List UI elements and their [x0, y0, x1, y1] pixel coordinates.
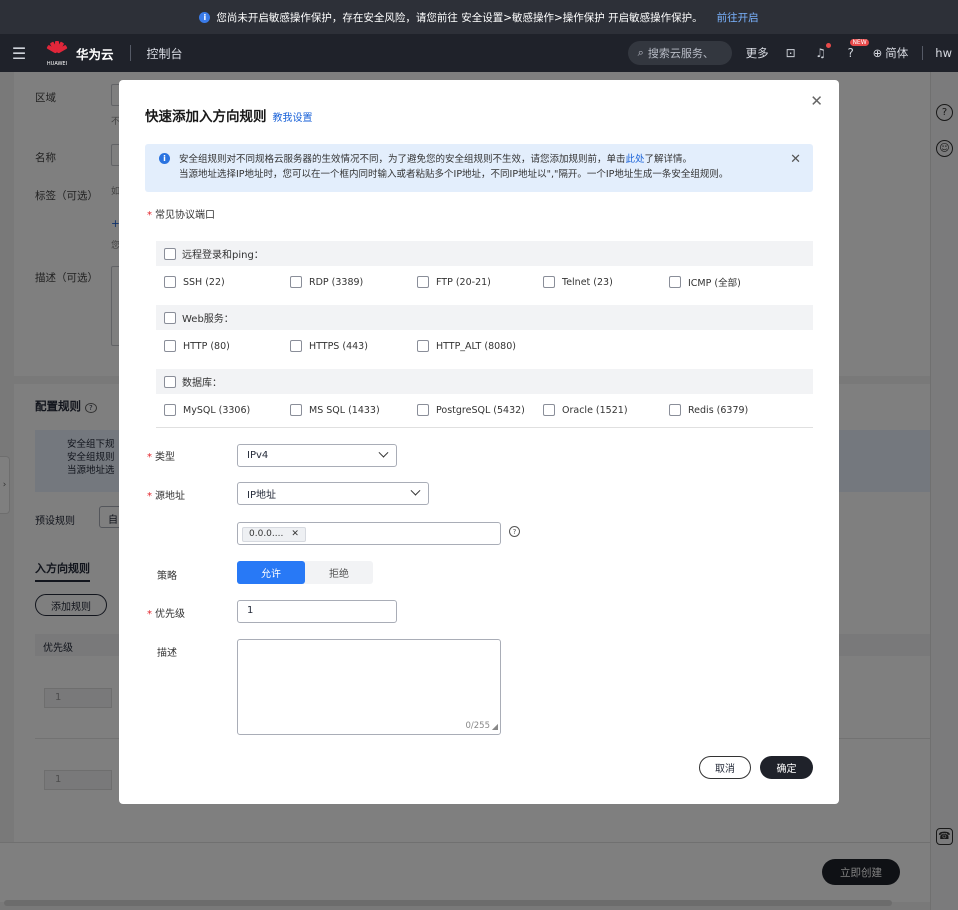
description-textarea[interactable]: 0/255 ◢ — [237, 639, 501, 735]
group-remote-login[interactable]: 远程登录和ping： — [156, 241, 813, 266]
policy-deny-button[interactable]: 拒绝 — [305, 561, 373, 584]
resize-handle-icon[interactable]: ◢ — [492, 722, 498, 731]
group-checkbox[interactable] — [164, 375, 176, 388]
info-alert: i 安全组规则对不同规格云服务器的生效情况不同，为了避免您的安全组规则不生效，请… — [145, 144, 813, 192]
group-checkbox[interactable] — [164, 311, 176, 324]
chevron-down-icon — [378, 447, 389, 458]
policy-allow-button[interactable]: 允许 — [237, 561, 305, 584]
info-icon: i — [159, 153, 170, 164]
option-mssql[interactable]: MS SQL (1433) — [290, 404, 380, 416]
huawei-flower-icon — [46, 39, 68, 61]
type-label: * 类型 — [147, 452, 175, 463]
policy-label: 策略 — [157, 571, 177, 582]
warning-message: 您尚未开启敏感操作保护，存在安全风险，请您前往 安全设置>敏感操作>操作保护 开… — [216, 11, 703, 24]
confirm-button[interactable]: 确定 — [760, 756, 813, 779]
remove-tag-icon[interactable]: ✕ — [291, 529, 299, 539]
alert-line-1: 安全组规则对不同规格云服务器的生效情况不同，为了避免您的安全组规则不生效，请您添… — [179, 154, 693, 165]
option-http[interactable]: HTTP (80) — [164, 340, 230, 352]
option-redis[interactable]: Redis (6379) — [669, 404, 748, 416]
description-label: 描述 — [157, 648, 177, 659]
option-ftp[interactable]: FTP (20-21) — [417, 276, 491, 288]
hamburger-menu-icon[interactable]: ☰ — [0, 44, 38, 63]
common-ports-label: * 常见协议端口 — [147, 210, 215, 221]
option-icmp[interactable]: ICMP (全部) — [669, 275, 741, 289]
close-icon[interactable]: ✕ — [810, 92, 823, 110]
details-link[interactable]: 此处 — [626, 154, 645, 165]
option-telnet[interactable]: Telnet (23) — [543, 276, 613, 288]
security-warning-bar: i 您尚未开启敏感操作保护，存在安全风险，请您前往 安全设置>敏感操作>操作保护… — [0, 0, 958, 34]
ip-address-input[interactable]: 0.0.0.... ✕ — [237, 522, 501, 545]
huawei-cloud-logo[interactable]: HUAWEI 华为云 — [38, 39, 114, 67]
help-icon[interactable]: ? NEW — [843, 39, 869, 61]
option-http-alt[interactable]: HTTP_ALT (8080) — [417, 340, 516, 352]
option-postgresql[interactable]: PostgreSQL (5432) — [417, 404, 525, 416]
bell-icon[interactable]: ♫ — [813, 43, 831, 61]
group-web-service[interactable]: Web服务： — [156, 305, 813, 330]
type-select[interactable]: IPv4 — [237, 444, 397, 467]
enable-protection-link[interactable]: 前往开启 — [717, 10, 759, 25]
header-divider — [129, 45, 131, 61]
option-mysql[interactable]: MySQL (3306) — [164, 404, 250, 416]
alert-line-2: 当源地址选择IP地址时，您可以在一个框内同时输入或者粘贴多个IP地址，不同IP地… — [179, 169, 729, 180]
option-rdp[interactable]: RDP (3389) — [290, 276, 363, 288]
close-alert-icon[interactable]: ✕ — [790, 152, 801, 167]
policy-toggle: 允许 拒绝 — [237, 561, 373, 584]
brand-name: 华为云 — [76, 46, 114, 62]
ip-tag: 0.0.0.... ✕ — [242, 526, 306, 542]
search-icon: ⌕ — [637, 46, 644, 59]
info-icon: i — [199, 11, 211, 23]
search-placeholder: 搜索云服务、 — [647, 47, 714, 60]
language-switch[interactable]: ⊕ 简体 — [873, 45, 909, 61]
user-menu[interactable]: hw — [922, 46, 952, 60]
console-link[interactable]: 控制台 — [147, 45, 183, 62]
priority-label: * 优先级 — [147, 609, 185, 620]
help-me-setup-link[interactable]: 教我设置 — [273, 109, 313, 124]
huawei-wordmark: HUAWEI — [46, 61, 68, 67]
group-checkbox[interactable] — [164, 247, 176, 260]
globe-icon: ⊕ — [872, 46, 883, 60]
terminal-icon[interactable]: ⊡ — [783, 45, 799, 61]
more-menu[interactable]: 更多 — [746, 45, 769, 61]
global-search[interactable]: ⌕ 搜索云服务、 — [627, 41, 732, 65]
dialog-title: 快速添加入方向规则 教我设置 — [145, 109, 313, 125]
group-database[interactable]: 数据库： — [156, 369, 813, 394]
option-https[interactable]: HTTPS (443) — [290, 340, 368, 352]
option-ssh[interactable]: SSH (22) — [164, 276, 225, 288]
question-icon[interactable]: ? — [509, 526, 520, 537]
top-header: ☰ HUAWEI 华为云 控制台 ⌕ 搜索云服务、 更多 ⊡ ♫ ? NEW ⊕ 简… — [0, 34, 958, 72]
source-label: * 源地址 — [147, 491, 185, 502]
quick-add-inbound-rule-dialog: 快速添加入方向规则 教我设置 ✕ i 安全组规则对不同规格云服务器的生效情况不同… — [119, 80, 839, 804]
option-oracle[interactable]: Oracle (1521) — [543, 404, 628, 416]
cancel-button[interactable]: 取消 — [699, 756, 751, 779]
section-divider — [156, 427, 813, 428]
priority-input[interactable]: 1 — [237, 600, 397, 623]
chevron-down-icon — [410, 485, 421, 496]
source-select[interactable]: IP地址 — [237, 482, 429, 505]
char-counter: 0/255 — [465, 721, 491, 731]
